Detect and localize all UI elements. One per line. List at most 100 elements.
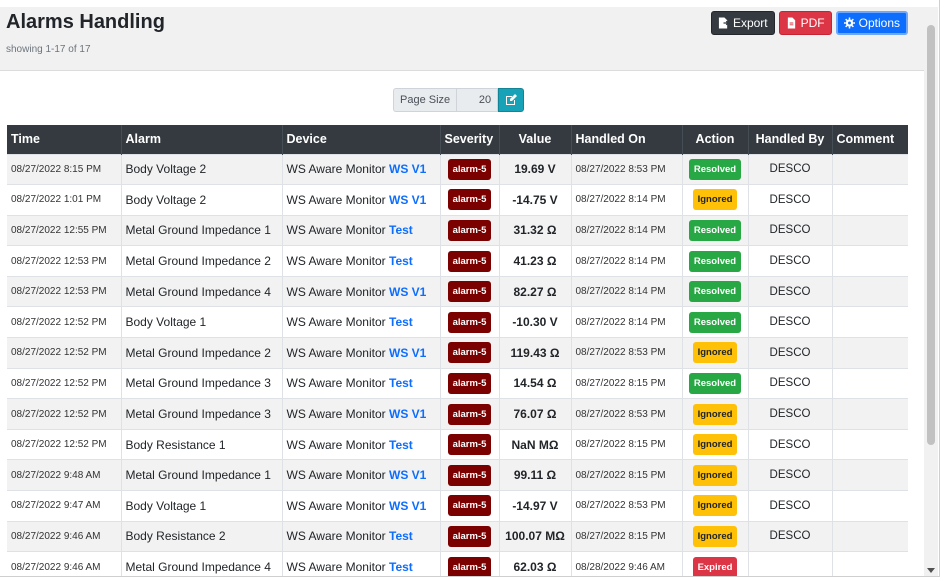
device-tag-link[interactable]: WS V1 [389, 468, 426, 482]
cell-alarm: Body Resistance 1 [121, 428, 283, 460]
device-tag-link[interactable]: Test [389, 438, 413, 452]
scroll-down-arrow-icon[interactable] [927, 568, 935, 573]
cell-time: 08/27/2022 12:52 PM [7, 337, 122, 369]
table-row[interactable]: 08/27/2022 12:52 PM Metal Ground Impedanc… [7, 337, 908, 369]
page-size-edit-button[interactable] [498, 88, 525, 112]
cell-time: 08/27/2022 9:46 AM [7, 520, 122, 552]
column-header-time[interactable]: Time [7, 125, 122, 154]
pdf-button[interactable]: PDF [778, 11, 832, 35]
action-badge: Resolved [688, 372, 742, 394]
cell-device: WS Aware Monitor WS V1 [282, 184, 441, 216]
column-header-action[interactable]: Action [682, 125, 749, 154]
device-tag-link[interactable]: Test [389, 254, 413, 268]
device-tag-link[interactable]: Test [389, 223, 413, 237]
cell-handled-by: DESCO [748, 275, 833, 307]
device-tag-link[interactable]: WS V1 [389, 407, 426, 421]
column-header-value[interactable]: Value [499, 125, 572, 154]
cell-handled-on: 08/27/2022 8:15 PM [571, 428, 683, 460]
cell-severity: alarm-5 [440, 337, 500, 369]
cell-handled-on: 08/27/2022 8:53 PM [571, 398, 683, 430]
cell-severity: alarm-5 [440, 184, 500, 216]
cell-alarm: Metal Ground Impedance 4 [121, 551, 283, 576]
action-badge: Ignored [692, 342, 738, 364]
cell-action: Expired [682, 551, 749, 576]
page-title: Alarms Handling [6, 11, 165, 33]
table-row[interactable]: 08/27/2022 12:52 PM Body Resistance 1 WS A… [7, 428, 908, 460]
vertical-scrollbar[interactable] [924, 7, 938, 576]
device-tag-link[interactable]: Test [389, 315, 413, 329]
cell-handled-on: 08/27/2022 8:15 PM [571, 367, 683, 399]
device-tag-link[interactable]: WS V1 [389, 499, 426, 513]
device-tag-link[interactable]: WS V1 [389, 346, 426, 360]
device-tag-link[interactable]: WS V1 [389, 285, 426, 299]
column-header-handled-by[interactable]: Handled By [748, 125, 833, 154]
cell-time: 08/27/2022 12:52 PM [7, 398, 122, 430]
cell-handled-by: DESCO [748, 398, 833, 430]
severity-badge: alarm-5 [447, 342, 492, 364]
device-tag-link[interactable]: Test [389, 529, 413, 543]
cell-device: WS Aware Monitor Test [282, 551, 441, 576]
severity-badge: alarm-5 [447, 158, 492, 180]
severity-badge: alarm-5 [447, 525, 492, 547]
column-header-comment[interactable]: Comment [832, 125, 908, 154]
cell-action: Resolved [682, 275, 749, 307]
device-tag-link[interactable]: WS V1 [389, 162, 426, 176]
table-row[interactable]: 08/27/2022 12:52 PM Metal Ground Impedanc… [7, 398, 908, 430]
table-row[interactable]: 08/27/2022 9:47 AM Body Voltage 1 WS Aware… [7, 490, 908, 522]
device-name: WS Aware Monitor [286, 254, 386, 269]
device-name: WS Aware Monitor [286, 437, 386, 452]
device-name: WS Aware Monitor [286, 407, 386, 422]
cell-value: -10.30 V [499, 306, 572, 338]
cell-handled-on: 08/27/2022 8:53 PM [571, 490, 683, 522]
cell-device: WS Aware Monitor Test [282, 306, 441, 338]
cell-comment [832, 428, 908, 460]
cell-comment [832, 459, 908, 491]
device-name: WS Aware Monitor [286, 284, 386, 299]
cell-action: Resolved [682, 245, 749, 277]
cell-device: WS Aware Monitor Test [282, 520, 441, 552]
column-header-device[interactable]: Device [282, 125, 441, 154]
table-row[interactable]: 08/27/2022 12:52 PM Body Voltage 1 WS Awar… [7, 306, 908, 338]
device-name: WS Aware Monitor [286, 529, 386, 544]
device-name: WS Aware Monitor [286, 162, 386, 177]
action-badge: Resolved [688, 219, 742, 241]
page-size-input[interactable]: 20 [456, 88, 499, 112]
table-row[interactable]: 08/27/2022 12:53 PM Metal Ground Impedanc… [7, 275, 908, 307]
export-button[interactable]: Export [710, 11, 775, 35]
severity-badge: alarm-5 [447, 372, 492, 394]
cell-handled-on: 08/27/2022 8:14 PM [571, 184, 683, 216]
column-header-severity[interactable]: Severity [440, 125, 500, 154]
options-button[interactable]: Options [835, 11, 908, 35]
table-row[interactable]: 08/27/2022 9:46 AM Body Resistance 2 WS Aw… [7, 520, 908, 552]
column-header-alarm[interactable]: Alarm [121, 125, 283, 154]
cell-handled-on: 08/27/2022 8:14 PM [571, 214, 683, 246]
pdf-label: PDF [800, 16, 825, 30]
cell-time: 08/27/2022 9:48 AM [7, 459, 122, 491]
table-row[interactable]: 08/27/2022 9:48 AM Metal Ground Impedance… [7, 459, 908, 491]
cell-time: 08/27/2022 1:01 PM [7, 184, 122, 216]
severity-badge: alarm-5 [447, 219, 492, 241]
cell-value: 82.27 Ω [499, 275, 572, 307]
cell-handled-by: DESCO [748, 459, 833, 491]
table-row[interactable]: 08/27/2022 12:52 PM Metal Ground Impedanc… [7, 367, 908, 399]
action-badge: Expired [692, 556, 738, 576]
table-row[interactable]: 08/27/2022 12:55 PM Metal Ground Impedanc… [7, 214, 908, 246]
app-frame: Alarms Handling showing 1-17 of 17 Expor… [0, 0, 940, 577]
cell-time: 08/27/2022 12:52 PM [7, 367, 122, 399]
table-row[interactable]: 08/27/2022 8:15 PM Body Voltage 2 WS Aware… [7, 153, 908, 185]
table-row[interactable]: 08/27/2022 12:53 PM Metal Ground Impedanc… [7, 245, 908, 277]
cell-alarm: Body Voltage 1 [121, 490, 283, 522]
cell-handled-by [748, 551, 833, 576]
column-header-handled-on[interactable]: Handled On [571, 125, 683, 154]
cell-time: 08/27/2022 12:53 PM [7, 245, 122, 277]
device-tag-link[interactable]: WS V1 [389, 193, 426, 207]
table-row[interactable]: 08/27/2022 1:01 PM Body Voltage 2 WS Aware… [7, 184, 908, 216]
device-tag-link[interactable]: Test [389, 560, 413, 574]
device-tag-link[interactable]: Test [389, 376, 413, 390]
cell-handled-by: DESCO [748, 490, 833, 522]
cell-severity: alarm-5 [440, 398, 500, 430]
cell-action: Ignored [682, 490, 749, 522]
scrollbar-thumb[interactable] [927, 25, 935, 445]
severity-badge: alarm-5 [447, 281, 492, 303]
table-row[interactable]: 08/27/2022 9:46 AM Metal Ground Impedance… [7, 551, 908, 576]
